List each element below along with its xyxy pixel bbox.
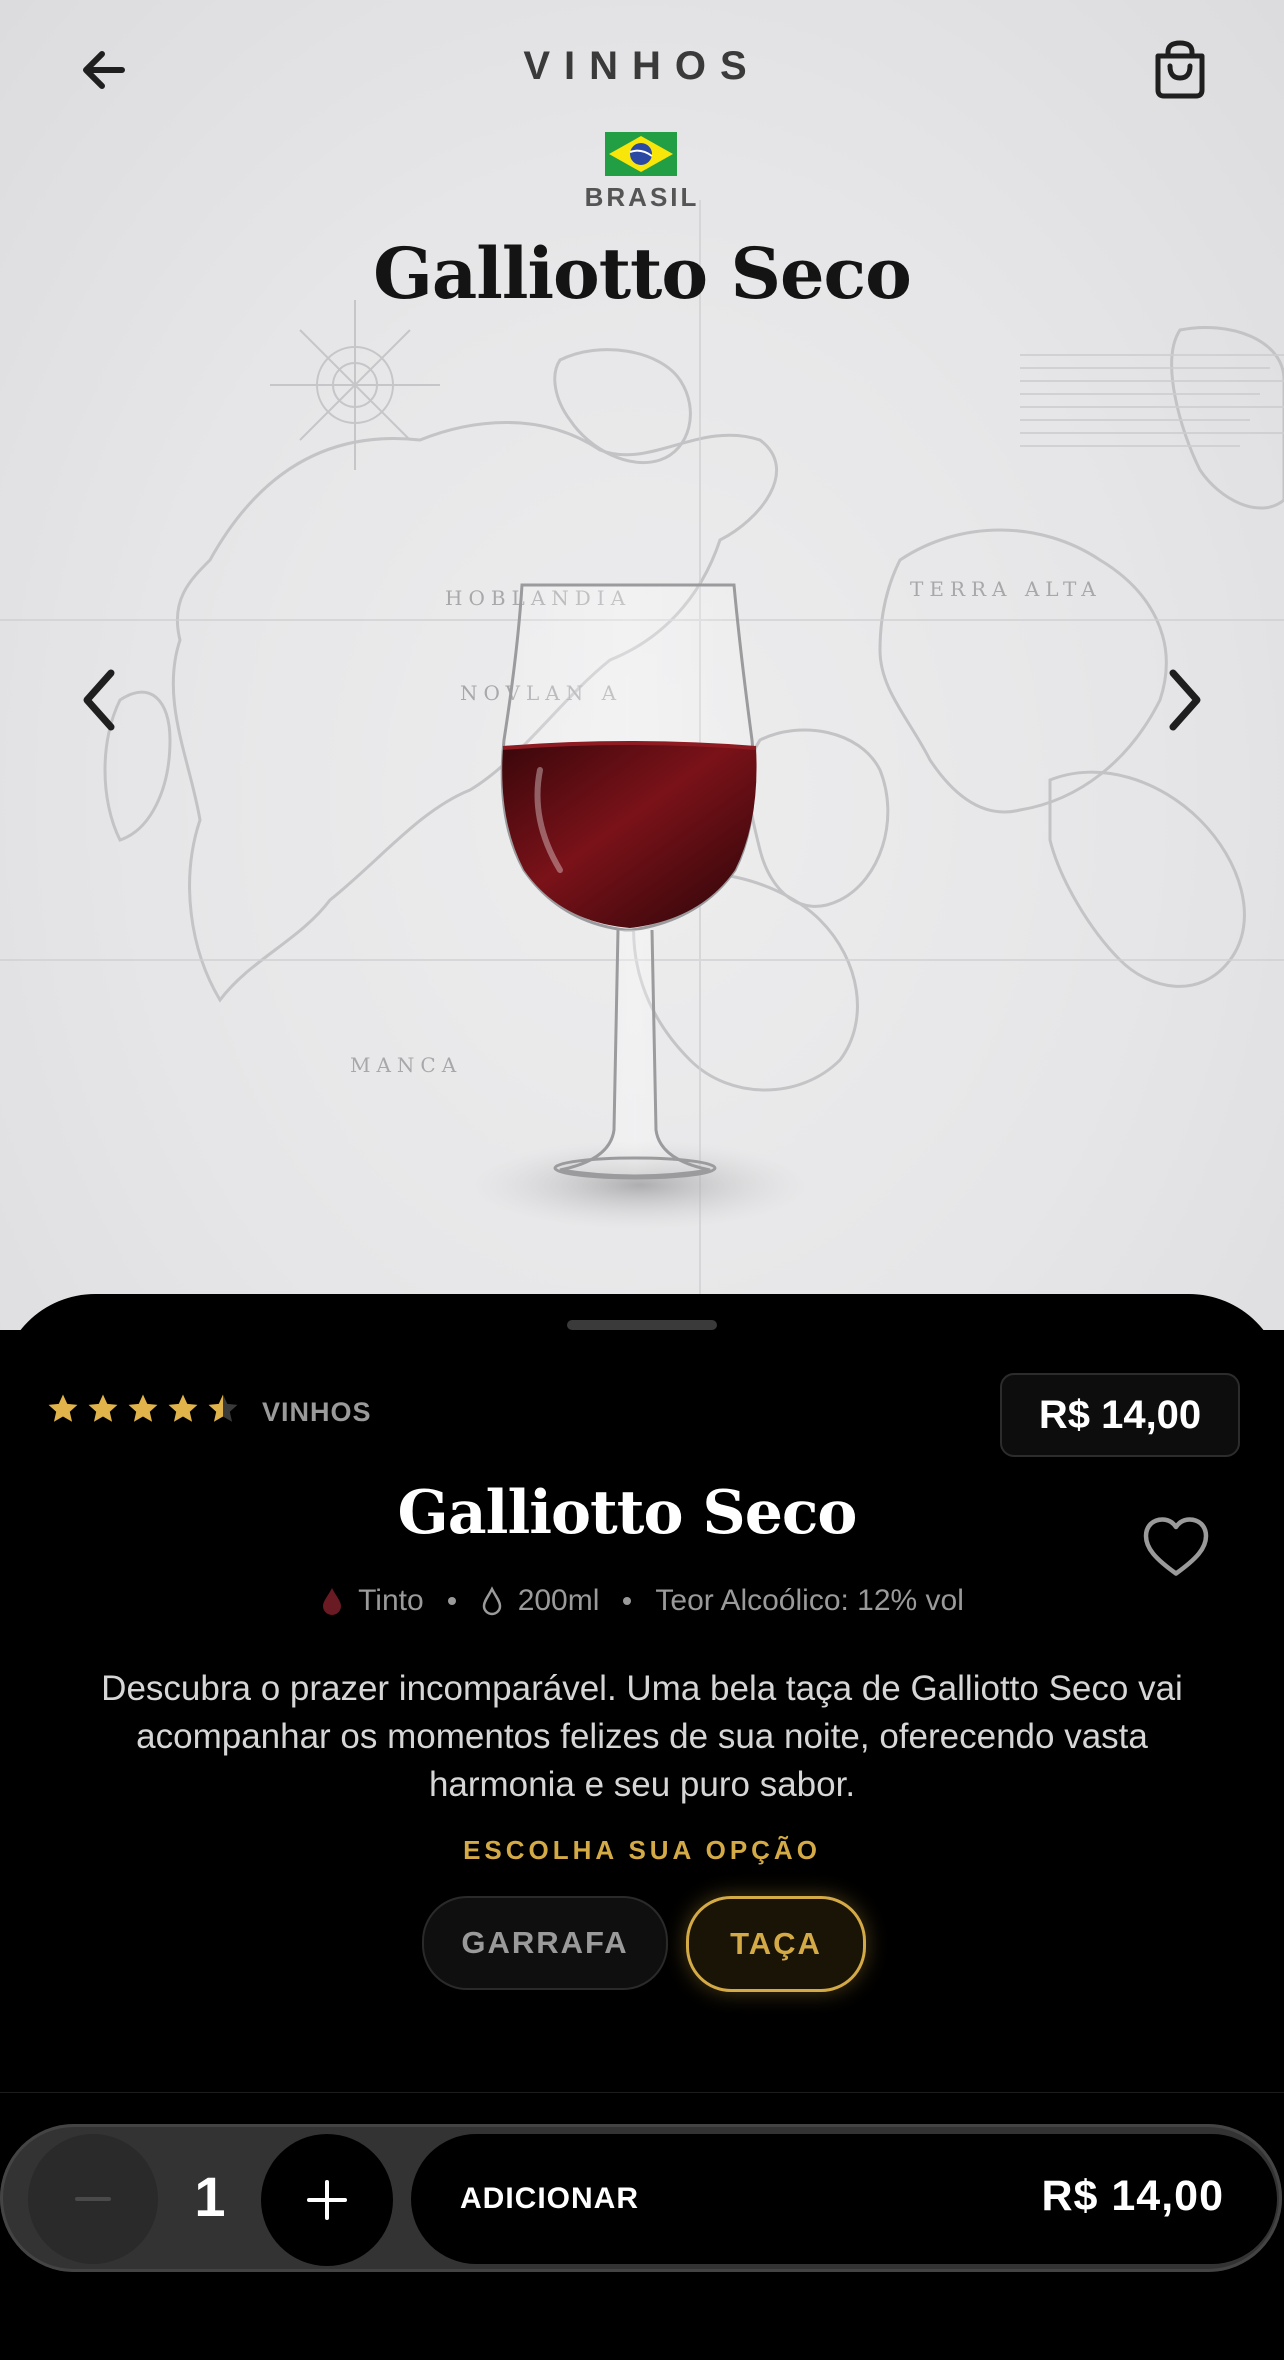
star-filled-icon xyxy=(48,1394,78,1422)
separator-dot xyxy=(447,1597,456,1605)
sheet-drag-handle[interactable] xyxy=(567,1320,717,1330)
favorite-heart-icon[interactable] xyxy=(1140,1512,1212,1584)
option-garrafa-button[interactable]: GARRAFA xyxy=(422,1896,668,1990)
star-filled-icon xyxy=(128,1394,158,1422)
map-label: MANCA xyxy=(350,1053,462,1077)
option-taca-button[interactable]: TAÇA xyxy=(686,1896,866,1992)
map-label: TERRA ALTA xyxy=(910,577,1102,601)
previous-product-button[interactable] xyxy=(60,655,140,745)
star-filled-icon xyxy=(168,1394,198,1422)
rating-stars xyxy=(46,1392,240,1426)
brazil-flag-icon xyxy=(605,132,677,176)
next-product-button[interactable] xyxy=(1144,655,1224,745)
spec-type: Tinto xyxy=(358,1584,424,1617)
product-specs: Tinto 200ml Teor Alcoólico: 12% vol xyxy=(0,1584,1284,1618)
quantity-value: 1 xyxy=(194,2165,226,2228)
choose-option-label: ESCOLHA SUA OPÇÃO xyxy=(463,1835,821,1865)
country-label: BRASIL xyxy=(584,182,700,212)
chevron-left-icon xyxy=(83,669,115,731)
spec-volume: 200ml xyxy=(517,1584,600,1617)
cart-button[interactable] xyxy=(1140,30,1220,110)
add-button-total: R$ 14,00 xyxy=(1041,2172,1224,2220)
star-half-icon xyxy=(208,1394,238,1422)
plus-icon xyxy=(307,2180,347,2220)
divider xyxy=(0,2092,1284,2093)
product-hero: HOBLANDIA NOVLAN A TERRA ALTA MANCA VINH… xyxy=(0,0,1284,1330)
shopping-bag-icon xyxy=(1155,40,1205,99)
star-filled-icon xyxy=(88,1394,118,1422)
category-label: VINHOS xyxy=(262,1397,372,1427)
chevron-right-icon xyxy=(1169,669,1201,731)
separator-dot xyxy=(623,1597,632,1605)
add-button-label: ADICIONAR xyxy=(460,2182,639,2215)
hero-product-name: Galliotto Seco xyxy=(373,232,912,315)
drop-outline-icon xyxy=(482,1586,501,1616)
decrease-quantity-button[interactable] xyxy=(28,2134,158,2264)
increase-quantity-button[interactable] xyxy=(261,2134,393,2266)
minus-icon xyxy=(75,2197,111,2201)
product-name: Galliotto Seco xyxy=(397,1478,858,1548)
product-description: Descubra o prazer incomparável. Uma bela… xyxy=(101,1669,1183,1804)
spec-alcohol: Teor Alcoólico: 12% vol xyxy=(655,1584,964,1617)
wine-drop-icon xyxy=(323,1588,342,1615)
price-badge: R$ 14,00 xyxy=(1000,1373,1240,1457)
wine-glass-image xyxy=(470,583,810,1230)
page-title: VINHOS xyxy=(523,44,761,88)
